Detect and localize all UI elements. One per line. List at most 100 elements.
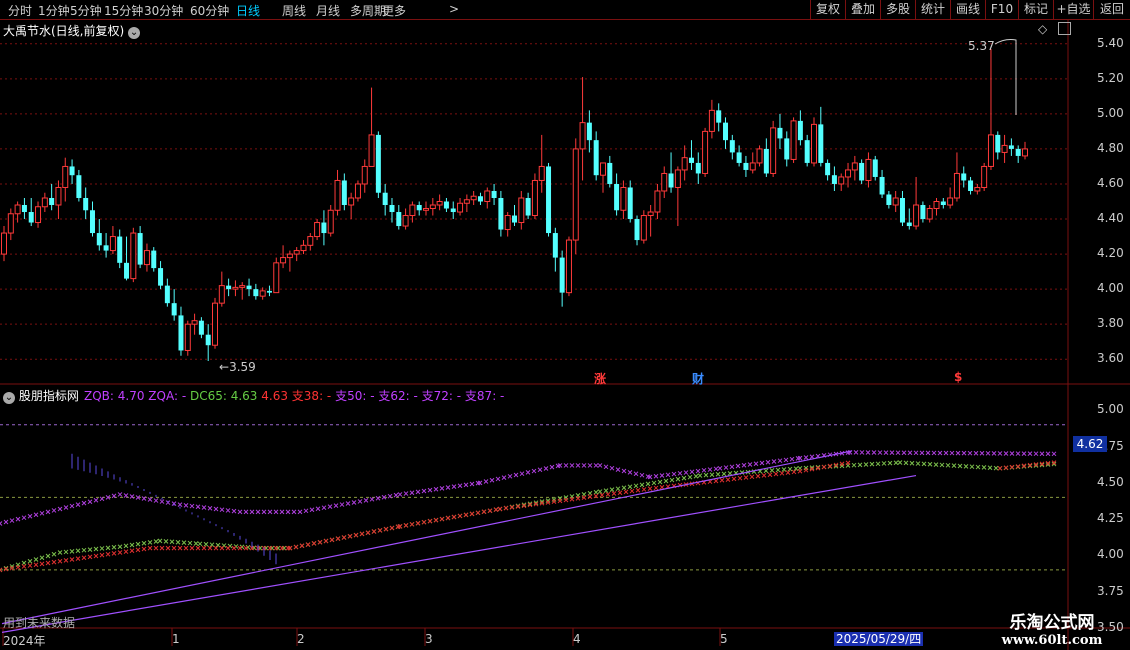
candle-body	[940, 201, 946, 206]
indicator-param: 4.63	[261, 389, 292, 403]
period-tab[interactable]: 60分钟	[190, 2, 229, 19]
window-toggle-icon[interactable]	[1058, 22, 1071, 35]
support-38-line	[323, 538, 329, 544]
period-tab[interactable]: 周线	[282, 2, 306, 19]
zqb-line	[569, 463, 575, 468]
candle-body	[818, 124, 824, 163]
period-tab[interactable]: 30分钟	[144, 2, 183, 19]
candle-body	[512, 215, 517, 223]
candle-body	[723, 122, 729, 141]
zqb-line	[225, 508, 231, 513]
support-38-line	[1021, 463, 1027, 469]
indicator-header[interactable]: ⌄ 股朋指标网	[3, 387, 79, 404]
candle-body	[143, 250, 150, 266]
candle-body	[599, 162, 606, 176]
period-tab[interactable]: 多周期	[350, 2, 386, 19]
zqb-line	[979, 450, 985, 456]
candle-body	[130, 232, 137, 280]
event-marker[interactable]: 涨	[594, 370, 606, 387]
dc65-line	[597, 489, 603, 494]
support-38-line	[329, 537, 335, 543]
candle-body	[35, 206, 42, 224]
period-tab[interactable]: 5分钟	[70, 2, 102, 19]
toolbar-button[interactable]: 画线	[950, 0, 985, 19]
dc65-line	[993, 465, 999, 471]
dc65-line	[921, 461, 927, 467]
dc65-line	[593, 489, 599, 495]
zqb-line	[421, 488, 427, 494]
zqb-line	[285, 509, 291, 515]
candle-body	[565, 239, 572, 294]
support-38-line	[647, 486, 653, 491]
dc65-line	[175, 539, 181, 545]
event-marker[interactable]: 财	[692, 370, 704, 387]
chevron-down-icon[interactable]: ⌄	[128, 27, 141, 39]
candle-body	[546, 166, 552, 234]
candle-body	[681, 157, 688, 171]
dc65-line	[763, 468, 769, 474]
zqb-line	[665, 472, 671, 478]
zqb-line	[117, 492, 123, 497]
zqb-line	[895, 450, 901, 456]
indicator-param: 支62: -	[378, 389, 422, 403]
dc65-line	[951, 463, 957, 469]
support-38-line	[641, 487, 647, 492]
support-38-line	[63, 558, 69, 563]
period-tab[interactable]: 更多	[382, 2, 406, 19]
period-tab[interactable]: 月线	[316, 2, 340, 19]
support-38-line	[415, 520, 421, 526]
period-tab[interactable]: 1分钟	[38, 2, 70, 19]
candle-body	[361, 165, 368, 185]
dc65-line	[939, 462, 945, 468]
zqb-line	[859, 450, 865, 455]
support-38-line	[207, 545, 213, 551]
event-marker[interactable]: $	[954, 370, 962, 384]
toolbar-button[interactable]: F10	[985, 0, 1018, 19]
zqb-line	[63, 505, 69, 510]
zqb-line	[907, 450, 913, 456]
candle-body	[436, 201, 443, 206]
toolbar-button[interactable]: 返回	[1093, 0, 1130, 19]
toolbar-button[interactable]: 复权	[810, 0, 845, 19]
zqb-line	[991, 451, 997, 456]
support-38-line	[997, 465, 1003, 471]
dc65-line	[147, 540, 153, 545]
support-38-line	[117, 550, 123, 555]
more-arrow-icon[interactable]: >	[449, 2, 459, 16]
candle-body	[246, 285, 252, 290]
period-tab[interactable]: 15分钟	[104, 2, 143, 19]
dc65-line	[153, 539, 159, 544]
dc65-line	[869, 461, 875, 467]
chart-title[interactable]: 大禹节水(日线,前复权) ⌄	[3, 22, 141, 39]
candle-body	[851, 162, 858, 171]
candle-body	[518, 197, 525, 224]
zqb-line	[985, 450, 991, 456]
support-38-line	[111, 551, 117, 556]
zqb-line	[195, 504, 201, 510]
diamond-icon[interactable]: ◇	[1038, 22, 1047, 36]
toolbar-button[interactable]: 标记	[1018, 0, 1053, 19]
watermark-url: www.60lt.com	[1001, 633, 1103, 648]
zqb-line	[9, 518, 15, 523]
support-38-line	[311, 541, 317, 546]
period-tab[interactable]: 日线	[236, 2, 260, 19]
zqb-line	[309, 507, 315, 513]
toolbar-button[interactable]: 统计	[915, 0, 950, 19]
support-38-line	[123, 549, 129, 554]
candle-body	[443, 201, 449, 209]
period-tab[interactable]: 分时	[8, 2, 32, 19]
support-38-line	[33, 562, 39, 568]
support-38-line	[427, 518, 433, 524]
toolbar-button[interactable]: 多股	[880, 0, 915, 19]
zqb-line	[513, 472, 519, 478]
chevron-down-icon[interactable]: ⌄	[3, 392, 15, 404]
toolbar-button[interactable]: +自选	[1053, 0, 1093, 19]
indicator-param: 支87: -	[464, 389, 505, 403]
dc65-line	[863, 462, 869, 467]
dc65-line	[781, 467, 787, 472]
toolbar-button[interactable]: 叠加	[845, 0, 880, 19]
dc65-line	[169, 539, 175, 545]
support-38-line	[767, 472, 773, 478]
zqb-line	[489, 477, 495, 483]
zqb-line	[925, 450, 931, 456]
